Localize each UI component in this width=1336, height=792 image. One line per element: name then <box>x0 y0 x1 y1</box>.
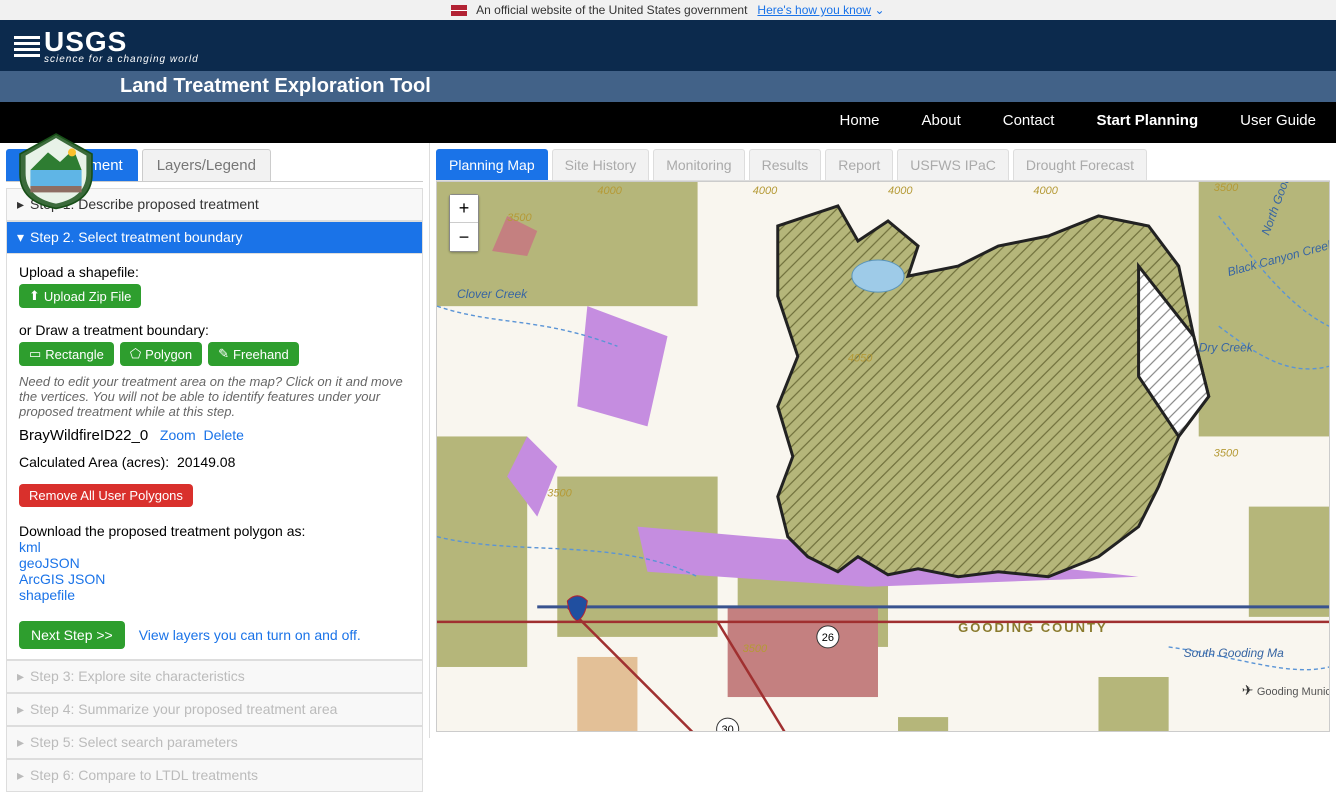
nav-about[interactable]: About <box>922 112 961 129</box>
upload-zip-button[interactable]: ⬆Upload Zip File <box>19 284 141 308</box>
next-step-button[interactable]: Next Step >> <box>19 621 125 649</box>
svg-text:4000: 4000 <box>1033 185 1058 197</box>
step-3-header[interactable]: ▸Step 3: Explore site characteristics <box>6 660 423 693</box>
steps-accordion: ▸Step 1: Describe proposed treatment ▾St… <box>6 188 423 792</box>
content-panel: Planning Map Site History Monitoring Res… <box>430 143 1336 738</box>
caret-right-icon: ▸ <box>17 734 24 751</box>
step-2-header[interactable]: ▾Step 2. Select treatment boundary <box>6 221 423 254</box>
area-value: 20149.08 <box>177 454 235 470</box>
svg-text:26: 26 <box>822 632 834 644</box>
main-area: Plan Treatment Layers/Legend ▸Step 1: De… <box>0 143 1336 738</box>
view-layers-link[interactable]: View layers you can turn on and off. <box>139 627 361 643</box>
svg-text:South Gooding Ma: South Gooding Ma <box>1184 646 1285 660</box>
tab-usfws-ipac[interactable]: USFWS IPaC <box>897 149 1009 180</box>
area-label: Calculated Area (acres): <box>19 454 169 470</box>
tool-title-bar: Land Treatment Exploration Tool <box>0 71 1336 102</box>
usgs-header: USGS science for a changing world <box>0 20 1336 71</box>
delete-link[interactable]: Delete <box>203 427 243 443</box>
svg-text:4000: 4000 <box>888 185 913 197</box>
svg-text:3500: 3500 <box>547 488 572 500</box>
usgs-name: USGS <box>44 26 127 57</box>
polygon-icon: ⬠ <box>130 346 141 362</box>
svg-text:Clover Creek: Clover Creek <box>457 287 528 301</box>
county-label: GOODING COUNTY <box>958 620 1108 635</box>
content-tabs: Planning Map Site History Monitoring Res… <box>436 149 1330 181</box>
usgs-wave-icon <box>14 33 40 59</box>
zoom-out-button[interactable]: − <box>450 223 478 251</box>
us-flag-icon <box>451 5 467 16</box>
zoom-in-button[interactable]: + <box>450 195 478 223</box>
usgs-logo[interactable]: USGS science for a changing world <box>14 26 199 65</box>
nav-start-planning[interactable]: Start Planning <box>1096 112 1198 129</box>
tab-report[interactable]: Report <box>825 149 893 180</box>
lake <box>852 260 904 292</box>
draw-freehand-button[interactable]: ✎Freehand <box>208 342 299 366</box>
tab-layers-legend[interactable]: Layers/Legend <box>142 149 271 181</box>
upload-label: Upload a shapefile: <box>19 264 410 280</box>
map-svg: 26 30 4000 4000 4000 4000 3500 3500 3500… <box>437 182 1329 731</box>
chevron-down-icon: ⌄ <box>874 3 884 17</box>
svg-text:4000: 4000 <box>753 185 778 197</box>
download-label: Download the proposed treatment polygon … <box>19 523 410 539</box>
remove-all-polygons-button[interactable]: Remove All User Polygons <box>19 484 193 507</box>
header-wrap: Land Treatment Exploration Tool Home Abo… <box>0 71 1336 143</box>
sidebar: Plan Treatment Layers/Legend ▸Step 1: De… <box>0 143 430 738</box>
edit-hint: Need to edit your treatment area on the … <box>19 374 410 419</box>
svg-text:✈: ✈ <box>1242 682 1254 698</box>
svg-text:4050: 4050 <box>848 352 873 364</box>
svg-text:3500: 3500 <box>507 212 532 224</box>
step-2-body: Upload a shapefile: ⬆Upload Zip File or … <box>6 254 423 660</box>
dl-kml[interactable]: kml <box>19 539 41 555</box>
rectangle-icon: ▭ <box>29 346 41 362</box>
dl-geojson[interactable]: geoJSON <box>19 555 80 571</box>
svg-text:4000: 4000 <box>597 185 622 197</box>
freehand-icon: ✎ <box>218 346 229 362</box>
step-5-header[interactable]: ▸Step 5: Select search parameters <box>6 726 423 759</box>
route-26-shield: 26 <box>817 626 839 648</box>
tab-planning-map[interactable]: Planning Map <box>436 149 548 180</box>
nav-contact[interactable]: Contact <box>1003 112 1055 129</box>
blm-badge-icon <box>12 130 100 210</box>
zoom-link[interactable]: Zoom <box>160 427 196 443</box>
caret-right-icon: ▸ <box>17 668 24 685</box>
polygon-row: BrayWildfireID22_0 Zoom Delete <box>19 427 410 444</box>
svg-text:3500: 3500 <box>1214 448 1239 460</box>
map-canvas[interactable]: + − <box>436 181 1330 732</box>
caret-down-icon: ▾ <box>17 229 24 246</box>
zoom-control: + − <box>449 194 479 252</box>
area-row: Calculated Area (acres): 20149.08 <box>19 454 410 470</box>
nav-home[interactable]: Home <box>840 112 880 129</box>
tab-monitoring[interactable]: Monitoring <box>653 149 744 180</box>
svg-text:3500: 3500 <box>1214 182 1239 194</box>
caret-right-icon: ▸ <box>17 767 24 784</box>
draw-rectangle-button[interactable]: ▭Rectangle <box>19 342 114 366</box>
gov-banner: An official website of the United States… <box>0 0 1336 20</box>
upload-icon: ⬆ <box>29 288 40 304</box>
svg-text:3500: 3500 <box>743 643 768 655</box>
draw-polygon-button[interactable]: ⬠Polygon <box>120 342 202 366</box>
polygon-name: BrayWildfireID22_0 <box>19 427 148 444</box>
caret-right-icon: ▸ <box>17 701 24 718</box>
usgs-tagline: science for a changing world <box>44 54 199 65</box>
svg-text:Gooding Municipal Airp: Gooding Municipal Airp <box>1257 686 1329 698</box>
svg-text:Dry Creek: Dry Creek <box>1199 340 1254 354</box>
draw-label: or Draw a treatment boundary: <box>19 322 410 338</box>
tool-title: Land Treatment Exploration Tool <box>120 75 431 97</box>
gov-banner-link[interactable]: Here's how you know <box>757 3 871 17</box>
nav-bar: Home About Contact Start Planning User G… <box>0 102 1336 143</box>
gov-banner-text: An official website of the United States… <box>476 3 747 17</box>
nav-user-guide[interactable]: User Guide <box>1240 112 1316 129</box>
tab-results[interactable]: Results <box>749 149 822 180</box>
dl-arcgisjson[interactable]: ArcGIS JSON <box>19 571 105 587</box>
step-4-header[interactable]: ▸Step 4: Summarize your proposed treatme… <box>6 693 423 726</box>
step-6-header[interactable]: ▸Step 6: Compare to LTDL treatments <box>6 759 423 792</box>
dl-shapefile[interactable]: shapefile <box>19 587 75 603</box>
tab-drought-forecast[interactable]: Drought Forecast <box>1013 149 1147 180</box>
svg-text:30: 30 <box>722 724 734 731</box>
tab-site-history[interactable]: Site History <box>552 149 650 180</box>
